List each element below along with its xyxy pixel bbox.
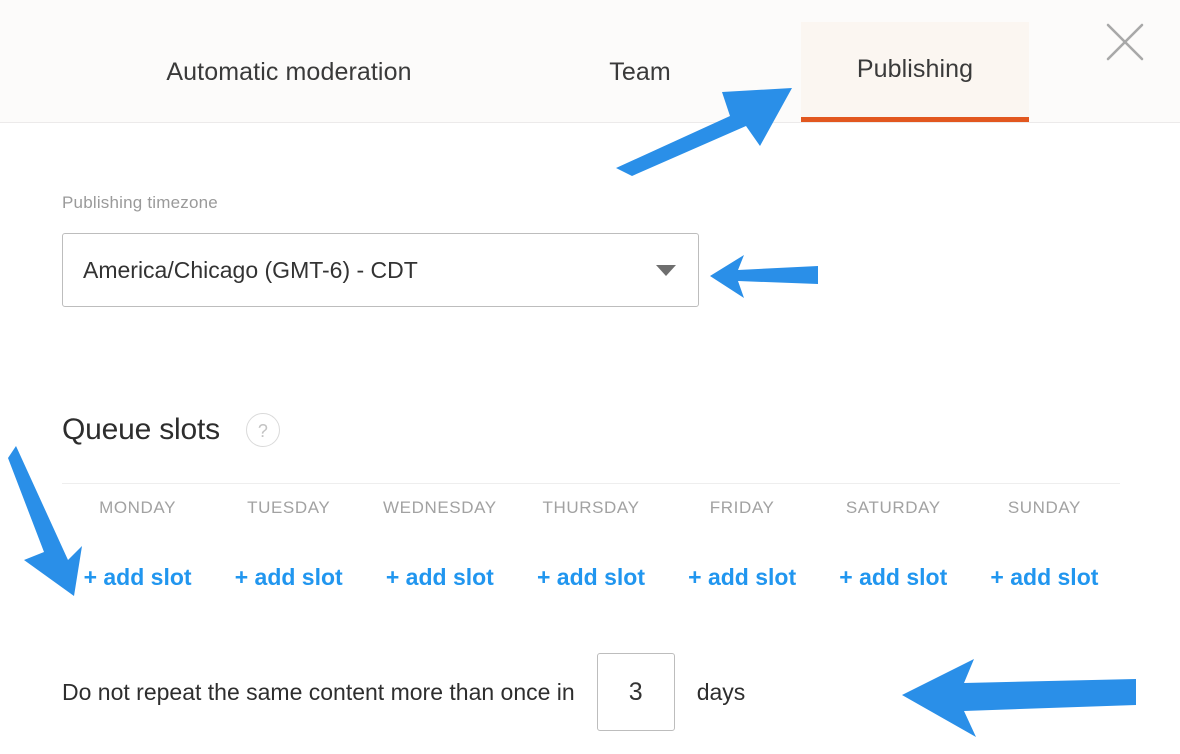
chevron-down-icon	[656, 265, 676, 276]
repeat-days-input[interactable]	[596, 653, 675, 731]
add-slot-monday[interactable]: + add slot	[84, 564, 192, 591]
add-slot-friday[interactable]: + add slot	[688, 564, 796, 591]
day-column-thursday: THURSDAY + add slot	[515, 498, 666, 591]
arrow-to-days-input	[898, 655, 1138, 741]
day-column-wednesday: WEDNESDAY + add slot	[364, 498, 515, 591]
day-header: THURSDAY	[542, 498, 640, 517]
day-header: SATURDAY	[845, 498, 941, 517]
day-column-tuesday: TUESDAY + add slot	[213, 498, 364, 591]
day-column-friday: FRIDAY + add slot	[667, 498, 818, 591]
day-column-saturday: SATURDAY + add slot	[818, 498, 969, 591]
section-divider	[62, 483, 1120, 484]
timezone-select-value: America/Chicago (GMT-6) - CDT	[83, 257, 418, 283]
day-header: WEDNESDAY	[382, 498, 497, 517]
tab-label: Automatic moderation	[166, 57, 412, 86]
queue-slots-header: Queue slots ?	[62, 413, 280, 447]
repeat-rule-row: Do not repeat the same content more than…	[62, 653, 745, 731]
add-slot-saturday[interactable]: + add slot	[839, 564, 947, 591]
tab-publishing[interactable]: Publishing	[801, 22, 1029, 122]
add-slot-wednesday[interactable]: + add slot	[386, 564, 494, 591]
tab-label: Team	[609, 57, 671, 86]
add-slot-tuesday[interactable]: + add slot	[235, 564, 343, 591]
day-column-monday: MONDAY + add slot	[62, 498, 213, 591]
close-icon	[1106, 23, 1144, 61]
repeat-rule-label: Do not repeat the same content more than…	[62, 678, 575, 705]
add-slot-thursday[interactable]: + add slot	[537, 564, 645, 591]
arrow-left-icon	[902, 659, 1136, 737]
timezone-select[interactable]: America/Chicago (GMT-6) - CDT	[62, 233, 699, 307]
queue-slots-grid: MONDAY + add slot TUESDAY + add slot WED…	[62, 498, 1120, 591]
arrow-to-timezone-select	[708, 253, 820, 301]
day-header: FRIDAY	[709, 498, 775, 517]
help-icon[interactable]: ?	[245, 413, 280, 447]
day-column-sunday: SUNDAY + add slot	[969, 498, 1120, 591]
arrow-left-icon	[710, 255, 818, 298]
day-header: MONDAY	[99, 498, 177, 517]
add-slot-sunday[interactable]: + add slot	[990, 564, 1098, 591]
repeat-days-unit: days	[696, 678, 746, 705]
tab-team[interactable]: Team	[540, 22, 740, 122]
close-button[interactable]	[1102, 19, 1148, 65]
tab-automatic-moderation[interactable]: Automatic moderation	[112, 22, 466, 122]
tab-label: Publishing	[856, 55, 974, 83]
day-header: SUNDAY	[1007, 498, 1081, 517]
timezone-label: Publishing timezone	[62, 193, 218, 212]
queue-slots-title: Queue slots	[62, 413, 220, 446]
modal-tab-bar: Automatic moderation Team Publishing	[0, 0, 1180, 123]
day-header: TUESDAY	[247, 498, 331, 517]
